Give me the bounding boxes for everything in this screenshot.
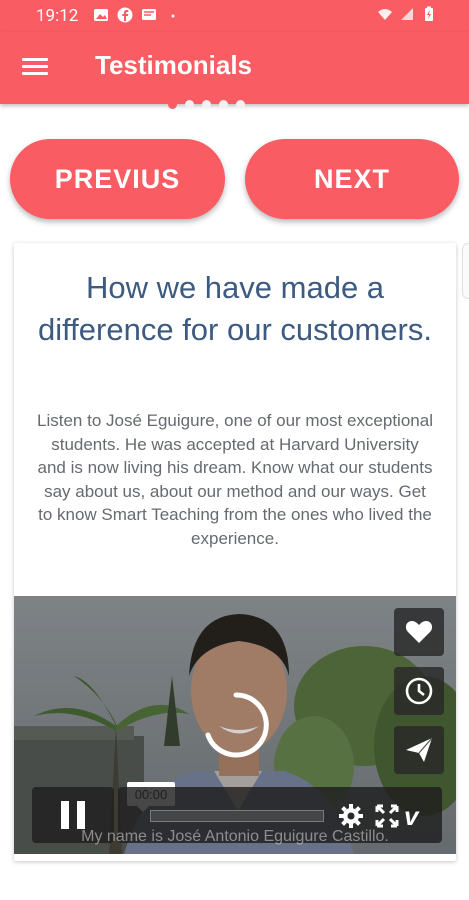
card-heading: How we have made a difference for our cu… xyxy=(38,270,432,347)
image-icon xyxy=(94,9,108,21)
page-title: Testimonials xyxy=(95,50,253,80)
video-player[interactable]: 00:00 v My name is José Antonio Egui xyxy=(14,596,456,854)
watch-later-button[interactable] xyxy=(394,667,444,715)
pager-indicator xyxy=(168,100,245,109)
next-button[interactable]: NEXT xyxy=(245,139,459,219)
pager-dot xyxy=(185,100,194,109)
heart-icon xyxy=(405,621,433,643)
hamburger-menu-icon[interactable] xyxy=(22,54,52,82)
card-description: Listen to José Eguigure, one of our most… xyxy=(37,411,433,548)
send-icon xyxy=(406,737,433,762)
status-bar: 19:12 xyxy=(0,0,469,32)
pager-dot xyxy=(236,100,245,109)
system-icons xyxy=(377,6,437,22)
signal-icon xyxy=(401,8,413,20)
share-button[interactable] xyxy=(394,726,444,774)
wifi-icon xyxy=(378,9,392,20)
message-icon xyxy=(142,9,156,20)
notification-icons xyxy=(93,7,181,23)
testimonial-card: How we have made a difference for our cu… xyxy=(14,243,456,861)
gear-icon[interactable] xyxy=(338,803,364,829)
dot-icon xyxy=(171,14,175,18)
like-button[interactable] xyxy=(394,608,444,656)
pager-dot-active xyxy=(168,100,177,109)
edge-panel-handle[interactable] xyxy=(462,243,469,299)
loading-spinner-icon xyxy=(205,692,269,758)
previous-button[interactable]: PREVIUS xyxy=(10,139,225,219)
clock-icon xyxy=(405,677,433,705)
facebook-icon xyxy=(117,7,133,23)
battery-charging-icon xyxy=(425,6,433,21)
progress-bar[interactable] xyxy=(150,810,324,822)
status-time: 19:12 xyxy=(36,6,79,26)
fullscreen-icon[interactable] xyxy=(374,803,400,829)
pager-dot xyxy=(202,100,211,109)
video-subtitle: My name is José Antonio Eguigure Castill… xyxy=(81,828,389,845)
vimeo-logo-icon[interactable]: v xyxy=(404,801,430,831)
pause-icon xyxy=(61,801,85,829)
app-bar: Testimonials xyxy=(0,32,469,104)
pager-dot xyxy=(219,100,228,109)
